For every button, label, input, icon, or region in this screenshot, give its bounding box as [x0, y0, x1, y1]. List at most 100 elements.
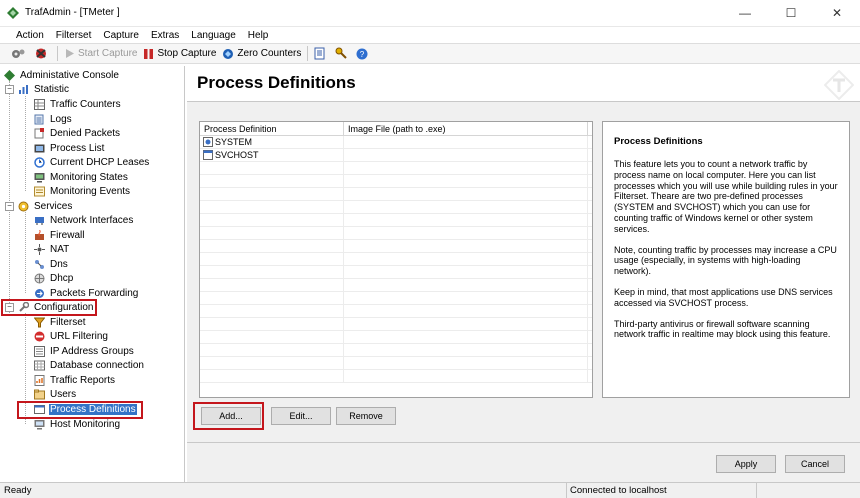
info-paragraph: Keep in mind, that most applications use…	[614, 286, 833, 308]
empty-row	[200, 318, 592, 331]
list-row[interactable]: SYSTEM	[200, 136, 592, 149]
tools-button[interactable]	[31, 45, 54, 63]
pause-icon	[144, 48, 154, 59]
zero-counters-button[interactable]: Zero Counters	[219, 45, 304, 63]
toolbar: Start Capture Stop Capture Zero Counters…	[0, 43, 860, 64]
menu-capture[interactable]: Capture	[97, 30, 145, 41]
zero-counters-label: Zero Counters	[237, 48, 302, 59]
tree-item-monitoring-states[interactable]: Monitoring States	[34, 170, 129, 184]
info-panel: Process Definitions This feature lets yo…	[602, 121, 850, 398]
menu-extras[interactable]: Extras	[145, 30, 185, 41]
help-button[interactable]: ?	[353, 45, 374, 63]
key-button[interactable]	[332, 45, 353, 63]
tree-item-label: Logs	[50, 113, 72, 125]
gears-button[interactable]	[8, 45, 31, 63]
tree-item-ip-address-groups[interactable]: IP Address Groups	[34, 344, 135, 358]
tree-item-filterset[interactable]: Filterset	[34, 315, 87, 329]
tree-item-network-interfaces[interactable]: Network Interfaces	[34, 213, 134, 227]
tree-item-logs[interactable]: Logs	[34, 112, 73, 126]
tree-item-users[interactable]: Users	[34, 387, 77, 401]
add-button[interactable]: Add...	[201, 407, 261, 425]
tree-connector	[25, 212, 26, 293]
apply-button[interactable]: Apply	[716, 455, 776, 473]
column-header-image-file[interactable]: Image File (path to .exe)	[344, 122, 588, 136]
tree-item-process-list[interactable]: Process List	[34, 141, 105, 155]
navigation-tree: Administative Console − Statistic Traffi…	[0, 66, 185, 482]
empty-row	[200, 227, 592, 240]
menu-bar: Action Filterset Capture Extras Language…	[0, 26, 860, 43]
tree-item-label: Monitoring Events	[50, 185, 131, 197]
tree-item-process-definitions[interactable]: Process Definitions	[34, 402, 137, 416]
system-process-icon	[203, 137, 213, 147]
list-row[interactable]: SVCHOST	[200, 149, 592, 162]
cancel-button[interactable]: Cancel	[785, 455, 845, 473]
status-text: Ready	[4, 485, 32, 496]
tree-item-monitoring-events[interactable]: Monitoring Events	[34, 184, 131, 198]
tree-item-host-monitoring[interactable]: Host Monitoring	[34, 417, 121, 431]
info-title: Process Definitions	[614, 136, 703, 147]
close-button[interactable]: ✕	[814, 0, 860, 25]
tree-item-label: Administative Console	[20, 69, 119, 81]
filter-icon	[34, 317, 45, 327]
tree-item-current-dhcp-leases[interactable]: Current DHCP Leases	[34, 155, 150, 169]
ip-groups-icon	[34, 345, 45, 357]
tree-item-firewall[interactable]: Firewall	[34, 228, 85, 242]
tree-connector	[25, 313, 26, 424]
column-header-process-definition[interactable]: Process Definition	[200, 122, 344, 136]
window-controls: — ☐ ✕	[722, 0, 860, 25]
report-button[interactable]	[311, 45, 332, 63]
content-panel: Process Definitions Process Definition I…	[187, 66, 860, 482]
tree-item-traffic-counters[interactable]: Traffic Counters	[34, 97, 122, 111]
tree-item-url-filtering[interactable]: URL Filtering	[34, 329, 109, 343]
tree-item-packets-forwarding[interactable]: Packets Forwarding	[34, 286, 139, 300]
menu-help[interactable]: Help	[242, 30, 275, 41]
tree-item-label: Users	[50, 388, 77, 400]
empty-row	[200, 292, 592, 305]
tree-item-dhcp[interactable]: Dhcp	[34, 271, 74, 285]
tree-item-services[interactable]: Services	[18, 199, 73, 213]
tree-item-label: Dns	[50, 258, 68, 270]
tree-item-label: IP Address Groups	[50, 345, 134, 357]
info-paragraph: Note, counting traffic by processes may …	[614, 244, 837, 277]
status-bar: Ready Connected to localhost	[0, 482, 860, 498]
log-icon	[34, 114, 44, 124]
tree-item-label: Dhcp	[50, 272, 74, 284]
tree-item-denied-packets[interactable]: Denied Packets	[34, 126, 121, 140]
wrench-icon	[19, 301, 29, 312]
toolbar-separator	[57, 46, 58, 61]
start-capture-button[interactable]: Start Capture	[61, 45, 140, 63]
empty-row	[200, 162, 592, 175]
minimize-button[interactable]: —	[722, 0, 768, 25]
dhcp-icon	[34, 273, 45, 283]
process-definitions-icon	[34, 404, 45, 414]
tmeter-logo-icon	[824, 70, 854, 100]
stop-capture-button[interactable]: Stop Capture	[140, 45, 219, 63]
process-definitions-list[interactable]: Process Definition Image File (path to .…	[199, 121, 593, 398]
collapse-services-toggle[interactable]: −	[5, 202, 14, 211]
dhcp-leases-icon	[34, 156, 45, 168]
remove-button[interactable]: Remove	[336, 407, 396, 425]
tree-item-database-connection[interactable]: Database connection	[34, 358, 145, 372]
tree-item-configuration[interactable]: Configuration	[18, 300, 94, 314]
menu-action[interactable]: Action	[10, 30, 50, 41]
tree-item-label: Traffic Reports	[50, 374, 116, 386]
help-icon: ?	[356, 48, 368, 59]
title-bar: TrafAdmin - [TMeter ] — ☐ ✕	[0, 0, 860, 25]
collapse-configuration-toggle[interactable]: −	[5, 303, 14, 312]
tree-item-traffic-reports[interactable]: Traffic Reports	[34, 373, 116, 387]
collapse-statistic-toggle[interactable]: −	[5, 85, 14, 94]
tree-item-statistic[interactable]: Statistic	[18, 82, 70, 96]
image-file-cell	[344, 149, 588, 161]
report-icon	[314, 47, 325, 60]
menu-filterset[interactable]: Filterset	[50, 30, 98, 41]
empty-row	[200, 344, 592, 357]
tree-item-nat[interactable]: NAT	[34, 242, 70, 256]
content-header: Process Definitions	[187, 66, 860, 102]
edit-button[interactable]: Edit...	[271, 407, 331, 425]
tree-item-label: Services	[34, 200, 73, 212]
tree-item-dns[interactable]: Dns	[34, 257, 69, 271]
tree-item-administrative-console[interactable]: Administative Console	[4, 68, 120, 82]
empty-row	[200, 370, 592, 383]
menu-language[interactable]: Language	[185, 30, 242, 41]
maximize-button[interactable]: ☐	[768, 0, 814, 25]
